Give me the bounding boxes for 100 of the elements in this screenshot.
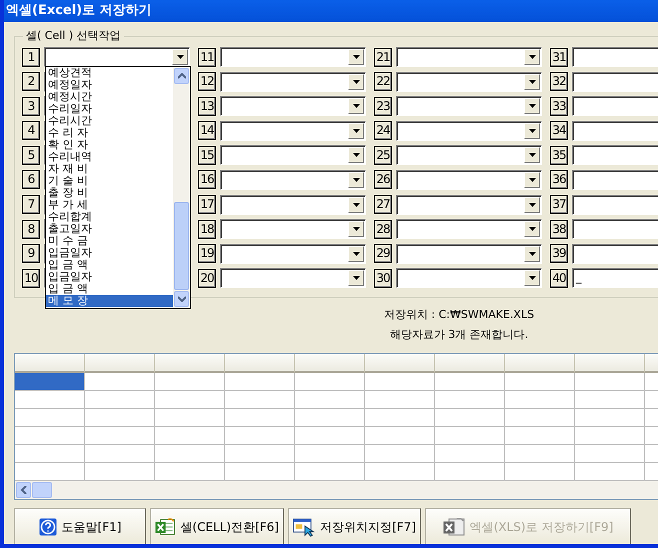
grid-cell[interactable] — [15, 409, 85, 427]
dropdown-item[interactable]: 출고일자 — [46, 223, 173, 235]
dropdown-item[interactable]: 자 재 비 — [46, 163, 173, 175]
dropdown-item[interactable]: 부 가 세 — [46, 199, 173, 211]
dropdown-button[interactable] — [348, 147, 364, 164]
grid-cell[interactable] — [435, 445, 505, 463]
save-location-button[interactable]: 저장위치지정[F7] — [288, 508, 421, 544]
grid-cell[interactable] — [155, 373, 225, 391]
dropdown-button[interactable] — [348, 221, 364, 238]
dropdown-button[interactable] — [348, 270, 364, 286]
dropdown-item[interactable]: 예상견적 — [46, 67, 173, 79]
grid-cell[interactable] — [505, 409, 575, 427]
dropdown-item[interactable]: 예정시간 — [46, 91, 173, 103]
dropdown-item[interactable]: 수리합계 — [46, 211, 173, 223]
combo-box[interactable] — [220, 47, 366, 67]
grid-cell[interactable] — [225, 373, 295, 391]
dropdown-button[interactable] — [348, 49, 364, 65]
grid-cell[interactable] — [575, 409, 645, 427]
dropdown-item[interactable]: 수리내역 — [46, 151, 173, 163]
combo-box[interactable] — [220, 219, 366, 240]
grid-cell[interactable] — [295, 427, 365, 445]
grid-cell[interactable] — [365, 391, 435, 409]
combo-box[interactable] — [396, 268, 542, 288]
grid-cell[interactable] — [365, 445, 435, 463]
grid-cell[interactable] — [575, 445, 645, 463]
combo-box[interactable]: _ — [572, 268, 658, 288]
convert-cell-button[interactable]: 셀(CELL)전환[F6] — [150, 508, 284, 544]
dropdown-item[interactable]: 수 리 자 — [46, 127, 173, 139]
combo-box[interactable] — [396, 96, 542, 116]
grid-cell[interactable] — [85, 427, 155, 445]
dropdown-button[interactable] — [524, 98, 540, 114]
grid-cell[interactable] — [435, 373, 505, 391]
grid-cell[interactable] — [435, 427, 505, 445]
grid-cell[interactable] — [155, 409, 225, 427]
grid-cell[interactable] — [85, 373, 155, 391]
grid-cell[interactable] — [505, 445, 575, 463]
scroll-thumb[interactable] — [174, 202, 189, 290]
grid-cell[interactable] — [85, 409, 155, 427]
dropdown-button[interactable] — [524, 221, 540, 238]
scroll-down-button[interactable] — [174, 291, 189, 307]
grid-cell[interactable] — [575, 373, 645, 391]
dropdown-button[interactable] — [524, 74, 540, 90]
dropdown-button[interactable] — [348, 122, 364, 139]
dropdown-item[interactable]: 수리시간 — [46, 115, 173, 127]
dropdown-item[interactable]: 입금일자 — [46, 247, 173, 259]
combo-box[interactable] — [396, 244, 542, 264]
dropdown-button[interactable] — [348, 246, 364, 262]
combo-box[interactable] — [396, 120, 542, 141]
dropdown-item[interactable]: 입 금 액 — [46, 283, 173, 295]
dropdown-button[interactable] — [524, 196, 540, 213]
grid-cell[interactable] — [15, 373, 85, 391]
dropdown-item[interactable]: 수리일자 — [46, 103, 173, 115]
dropdown-button[interactable] — [524, 172, 540, 188]
dropdown-button[interactable] — [524, 246, 540, 262]
combo-box[interactable] — [220, 120, 366, 141]
grid-cell[interactable] — [505, 427, 575, 445]
combo-box[interactable] — [220, 72, 366, 92]
grid-cell[interactable] — [15, 445, 85, 463]
dropdown-item[interactable]: 메 모 장 — [46, 295, 173, 307]
dropdown-item[interactable]: 출 장 비 — [46, 187, 173, 199]
dropdown-item[interactable]: 미 수 금 — [46, 235, 173, 247]
combo-box[interactable] — [396, 170, 542, 190]
grid-cell[interactable] — [225, 409, 295, 427]
scroll-thumb[interactable] — [32, 482, 52, 498]
dropdown-button[interactable] — [524, 122, 540, 139]
combo-box[interactable] — [396, 219, 542, 240]
grid-cell[interactable] — [295, 391, 365, 409]
combo-box[interactable] — [396, 47, 542, 67]
grid-cell[interactable] — [85, 445, 155, 463]
help-button[interactable]: 도움말[F1] — [14, 508, 146, 544]
combo-box[interactable] — [220, 145, 366, 166]
grid-cell[interactable] — [225, 445, 295, 463]
grid-cell[interactable] — [155, 391, 225, 409]
combo-box[interactable] — [220, 194, 366, 215]
grid-cell[interactable] — [505, 373, 575, 391]
combo-box[interactable] — [220, 170, 366, 190]
combo-box[interactable] — [220, 268, 366, 288]
combo-box[interactable] — [220, 96, 366, 116]
grid-cell[interactable] — [435, 409, 505, 427]
grid-cell[interactable] — [85, 391, 155, 409]
dropdown-item[interactable]: 입금일자 — [46, 271, 173, 283]
grid-cell[interactable] — [155, 445, 225, 463]
dropdown-button[interactable] — [348, 98, 364, 114]
dropdown-button[interactable] — [524, 270, 540, 286]
dropdown-item[interactable]: 기 술 비 — [46, 175, 173, 187]
grid-cell[interactable] — [225, 427, 295, 445]
grid-cell[interactable] — [365, 373, 435, 391]
dropdown-button[interactable] — [172, 49, 188, 65]
grid-cell[interactable] — [365, 427, 435, 445]
grid-cell[interactable] — [15, 391, 85, 409]
grid-cell[interactable] — [295, 409, 365, 427]
grid-cell[interactable] — [295, 373, 365, 391]
scroll-left-button[interactable] — [16, 482, 31, 498]
grid-cell[interactable] — [505, 391, 575, 409]
grid-cell[interactable] — [15, 427, 85, 445]
dropdown-button[interactable] — [348, 74, 364, 90]
grid-cell[interactable] — [435, 391, 505, 409]
combo-box[interactable] — [220, 244, 366, 264]
dropdown-item[interactable]: 예정일자 — [46, 79, 173, 91]
combo-box[interactable] — [44, 47, 190, 67]
